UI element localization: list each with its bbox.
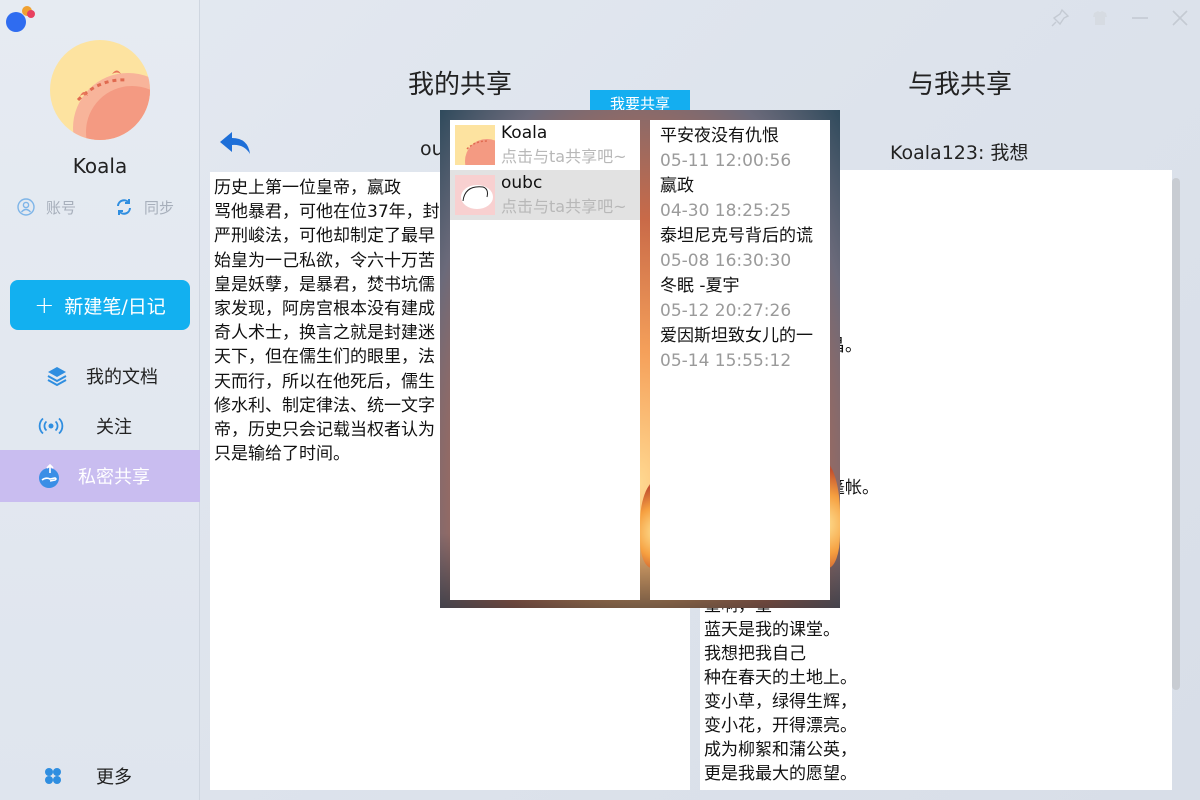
sidebar: Koala 账号 同步 + 新建笔/日记 我的文档 关注 私密共享 更多 — [0, 0, 200, 800]
layers-icon — [44, 363, 70, 389]
document-item[interactable]: 平安夜没有仇恨 05-11 12:00:56 — [650, 124, 830, 174]
document-list: 平安夜没有仇恨 05-11 12:00:56 嬴政 04-30 18:25:25 泰坦尼… — [650, 120, 830, 600]
more-button[interactable]: 更多 — [0, 760, 200, 792]
sync-label: 同步 — [144, 198, 175, 217]
account-link[interactable]: 账号 — [16, 196, 76, 218]
document-title: 冬眠 -夏宇 — [660, 276, 740, 296]
avatar — [455, 175, 495, 215]
doc-text-line: 更是我最大的愿望。 — [704, 764, 857, 784]
user-circle-icon — [16, 197, 36, 217]
document-title: 平安夜没有仇恨 — [660, 126, 779, 146]
account-label: 账号 — [46, 198, 77, 217]
doc-text-line: 成为柳絮和蒲公英， — [704, 740, 857, 760]
doc-text-line: 变小草，绿得生辉， — [704, 692, 857, 712]
avatar — [455, 125, 495, 165]
nav-private-share[interactable]: 私密共享 — [0, 450, 200, 502]
skin-icon[interactable] — [1080, 0, 1120, 36]
document-title: 爱因斯坦致女儿的一 — [660, 326, 813, 346]
document-item[interactable]: 爱因斯坦致女儿的一 05-14 15:55:12 — [650, 324, 830, 374]
right-doc-title: Koala123: 我想 — [890, 142, 1029, 164]
shared-with-me-title: 与我共享 — [907, 70, 1012, 100]
more-label: 更多 — [96, 767, 132, 788]
new-note-label: 新建笔/日记 — [64, 295, 166, 318]
new-note-button[interactable]: + 新建笔/日记 — [10, 280, 190, 330]
nav-follow[interactable]: 关注 — [0, 400, 200, 452]
nav-label: 私密共享 — [78, 467, 150, 488]
document-time: 05-08 16:30:30 — [660, 251, 792, 271]
document-time: 05-14 15:55:12 — [660, 351, 792, 371]
back-arrow-icon[interactable] — [218, 130, 252, 156]
doc-text-line: 变小花，开得漂亮。 — [704, 716, 857, 736]
contact-hint: 点击与ta共享吧~ — [501, 147, 627, 166]
minimize-icon[interactable] — [1120, 0, 1160, 36]
document-time: 05-11 12:00:56 — [660, 151, 792, 171]
share-hand-icon — [36, 463, 62, 489]
pin-icon[interactable] — [1040, 0, 1080, 36]
contact-list: Koala 点击与ta共享吧~ oubc 点击与ta共享吧~ — [450, 120, 640, 600]
user-name: Koala — [72, 154, 128, 178]
broadcast-icon — [38, 413, 64, 439]
document-title: 泰坦尼克号背后的谎 — [660, 226, 813, 246]
document-item[interactable]: 冬眠 -夏宇 05-12 20:27:26 — [650, 274, 830, 324]
contact-hint: 点击与ta共享吧~ — [501, 197, 627, 216]
document-item[interactable]: 泰坦尼克号背后的谎 05-08 16:30:30 — [650, 224, 830, 274]
document-time: 05-12 20:27:26 — [660, 301, 792, 321]
close-icon[interactable] — [1160, 0, 1200, 36]
document-title: 嬴政 — [660, 176, 694, 196]
doc-text-line: 蓝天是我的课堂。 — [704, 620, 840, 640]
document-time: 04-30 18:25:25 — [660, 201, 792, 221]
nav-label: 我的文档 — [86, 367, 158, 388]
plus-icon: + — [34, 291, 55, 319]
contact-name: oubc — [501, 173, 543, 193]
scrollbar[interactable] — [1172, 178, 1180, 690]
document-item[interactable]: 嬴政 04-30 18:25:25 — [650, 174, 830, 224]
doc-text-line: 我想把我自己 — [704, 644, 806, 664]
contact-name: Koala — [501, 123, 548, 143]
share-popup: Koala 点击与ta共享吧~ oubc 点击与ta共享吧~ 平安夜没有仇恨 05… — [440, 110, 840, 608]
doc-text-line: 种在春天的土地上。 — [704, 668, 857, 688]
sync-icon — [114, 197, 134, 217]
nav-my-docs[interactable]: 我的文档 — [0, 350, 200, 402]
sync-link[interactable]: 同步 — [114, 196, 174, 218]
my-share-title: 我的共享 — [407, 70, 512, 100]
avatar[interactable] — [50, 40, 150, 140]
window-controls — [1040, 0, 1200, 36]
share-tab-button[interactable]: 我要共享 — [590, 90, 690, 112]
nav-label: 关注 — [96, 417, 132, 438]
app-logo-icon — [6, 4, 36, 32]
contact-item[interactable]: oubc 点击与ta共享吧~ — [450, 170, 640, 220]
grid-flower-icon — [42, 765, 64, 787]
contact-item[interactable]: Koala 点击与ta共享吧~ — [450, 120, 640, 170]
